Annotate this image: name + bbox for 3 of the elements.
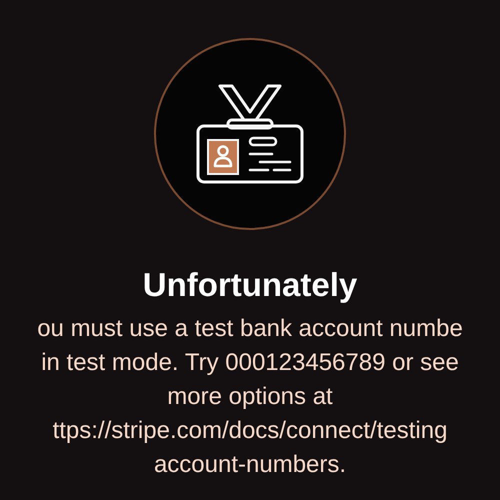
id-badge-icon: [194, 82, 306, 186]
title: Unfortunately: [142, 266, 358, 304]
error-message: ou must use a test bank account numbe in test mode. Try 000123456789 or see more options at ttps://stripe.com/docs/connect/testing account-numbers.: [37, 314, 463, 480]
